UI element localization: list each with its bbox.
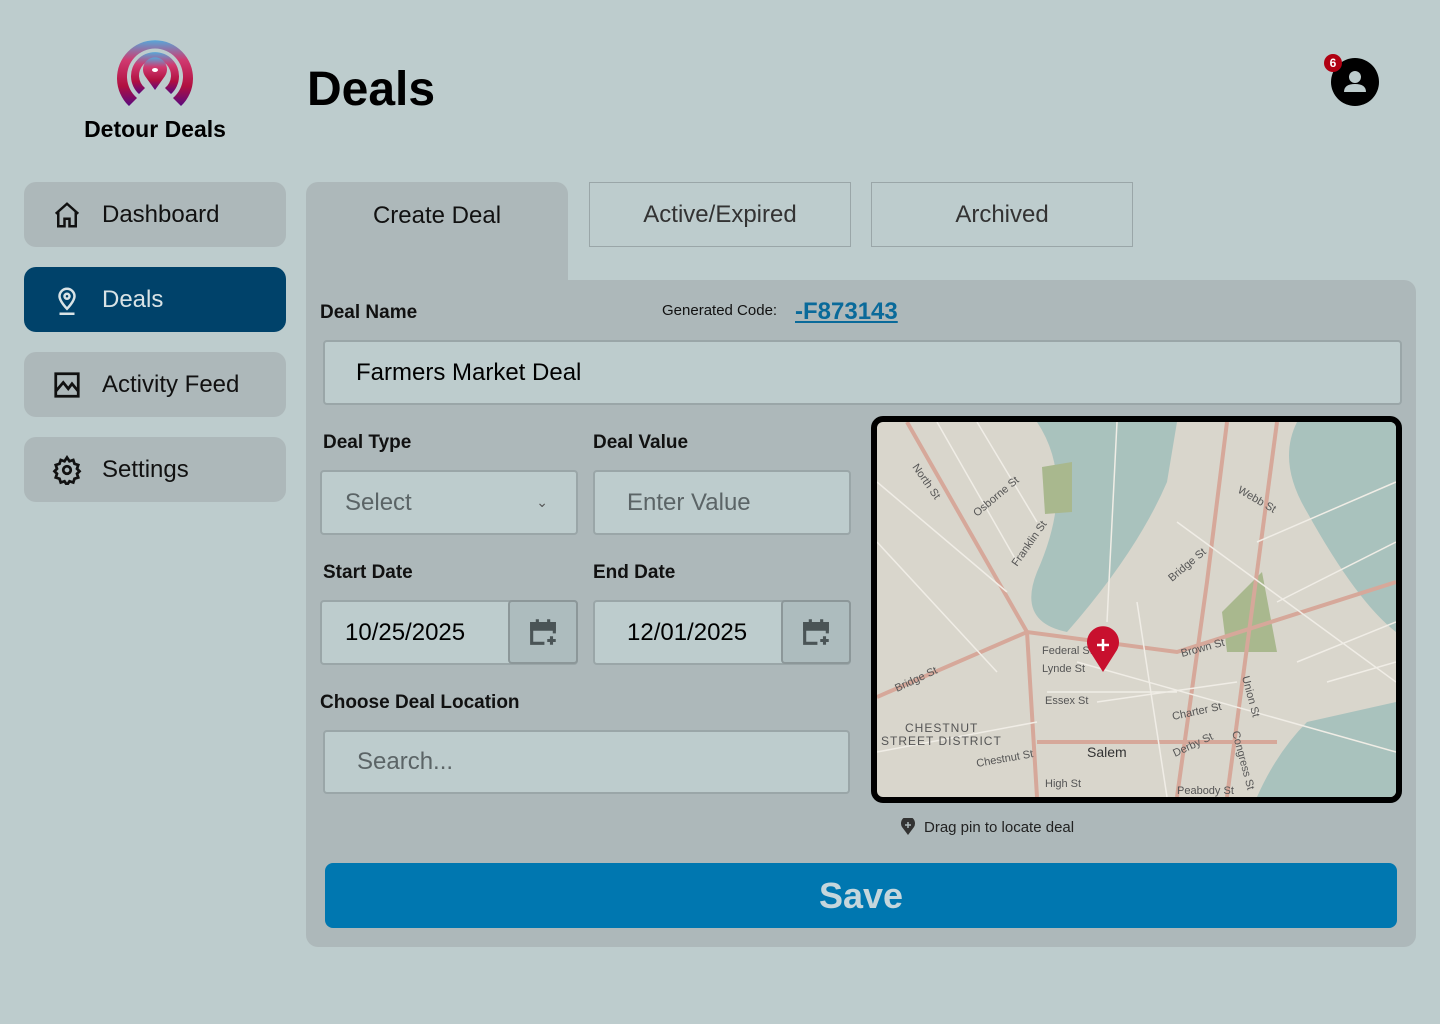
- svg-text:Bridge St: Bridge St: [893, 665, 939, 695]
- tab-active-expired[interactable]: Active/Expired: [589, 182, 851, 247]
- svg-text:Chestnut St: Chestnut St: [975, 748, 1034, 770]
- map-hint-text: Drag pin to locate deal: [924, 818, 1075, 836]
- deal-value-input[interactable]: Enter Value: [593, 470, 851, 535]
- start-date-picker-button[interactable]: [508, 600, 578, 664]
- map-water: [1031, 422, 1177, 632]
- chevron-down-icon: ⌄: [536, 494, 548, 510]
- map-water: [1257, 702, 1396, 797]
- sidebar-item-settings[interactable]: Settings: [24, 437, 286, 502]
- map-park: [1042, 462, 1072, 514]
- location-label: Choose Deal Location: [320, 692, 520, 713]
- generated-code-link[interactable]: -F873143: [795, 298, 898, 326]
- svg-text:Essex St: Essex St: [1045, 695, 1088, 707]
- deal-type-select[interactable]: Select ⌄: [320, 470, 578, 535]
- deal-type-placeholder: Select: [345, 488, 412, 516]
- svg-text:Charter St: Charter St: [1171, 701, 1223, 723]
- svg-text:Derby St: Derby St: [1171, 731, 1215, 760]
- end-date-input[interactable]: 12/01/2025: [593, 600, 851, 665]
- svg-text:STREET DISTRICT: STREET DISTRICT: [881, 734, 1002, 748]
- sidebar-item-label: Activity Feed: [102, 370, 240, 398]
- start-date-input[interactable]: 10/25/2025: [320, 600, 578, 665]
- calendar-add-icon: [803, 619, 829, 645]
- svg-text:High St: High St: [1045, 778, 1081, 790]
- deal-location-map[interactable]: Bridge St Federal St Lynde St Essex St C…: [871, 416, 1402, 803]
- deal-value-placeholder: Enter Value: [627, 488, 751, 516]
- notification-badge: 6: [1324, 54, 1342, 72]
- deal-name-label: Deal Name: [320, 302, 418, 323]
- sidebar-item-label: Deals: [102, 285, 164, 313]
- location-search-input[interactable]: Search...: [323, 730, 850, 794]
- svg-text:North St: North St: [910, 462, 943, 502]
- end-date-value: 12/01/2025: [627, 618, 748, 646]
- tab-create-deal[interactable]: Create Deal: [306, 182, 568, 282]
- chart-icon: [54, 371, 80, 398]
- tab-archived[interactable]: Archived: [871, 182, 1133, 247]
- sidebar-item-label: Dashboard: [102, 200, 220, 228]
- sidebar-item-label: Settings: [102, 455, 189, 483]
- deal-name-input[interactable]: Farmers Market Deal: [323, 340, 1402, 405]
- deal-type-label: Deal Type: [323, 432, 412, 453]
- location-search-placeholder: Search...: [357, 748, 454, 775]
- start-date-label: Start Date: [323, 562, 413, 583]
- svg-text:Webb St: Webb St: [1236, 484, 1278, 515]
- svg-text:Lynde St: Lynde St: [1042, 663, 1085, 675]
- svg-text:Osborne St: Osborne St: [971, 474, 1021, 519]
- detour-deals-logo: [117, 40, 193, 106]
- deal-name-value: Farmers Market Deal: [356, 358, 582, 386]
- sidebar-item-dashboard[interactable]: Dashboard: [24, 182, 286, 247]
- svg-text:Bridge St: Bridge St: [1166, 546, 1208, 584]
- gear-icon: [52, 454, 82, 485]
- location-pin-icon: [58, 287, 76, 315]
- svg-text:Brown St: Brown St: [1180, 637, 1226, 660]
- map-hint: Drag pin to locate deal: [900, 818, 1074, 836]
- calendar-add-icon: [530, 619, 556, 645]
- svg-text:Salem: Salem: [1087, 744, 1127, 760]
- map-pin-icon[interactable]: [1087, 626, 1119, 672]
- svg-text:Peabody St: Peabody St: [1177, 785, 1234, 797]
- sidebar-item-activity-feed[interactable]: Activity Feed: [24, 352, 286, 417]
- svg-text:Federal St: Federal St: [1042, 645, 1093, 657]
- location-pin-icon: [901, 818, 915, 835]
- deal-value-label: Deal Value: [593, 432, 689, 453]
- svg-text:Union St: Union St: [1239, 675, 1262, 719]
- page-title: Deals: [307, 63, 436, 116]
- start-date-value: 10/25/2025: [345, 618, 466, 646]
- end-date-picker-button[interactable]: [781, 600, 851, 664]
- sidebar-item-deals[interactable]: Deals: [24, 267, 286, 332]
- brand-name: Detour Deals: [84, 116, 226, 142]
- end-date-label: End Date: [593, 562, 676, 583]
- generated-code-label: Generated Code:: [662, 302, 778, 319]
- home-icon: [54, 201, 80, 227]
- save-button[interactable]: Save: [325, 863, 1397, 928]
- svg-text:CHESTNUT: CHESTNUT: [905, 721, 978, 735]
